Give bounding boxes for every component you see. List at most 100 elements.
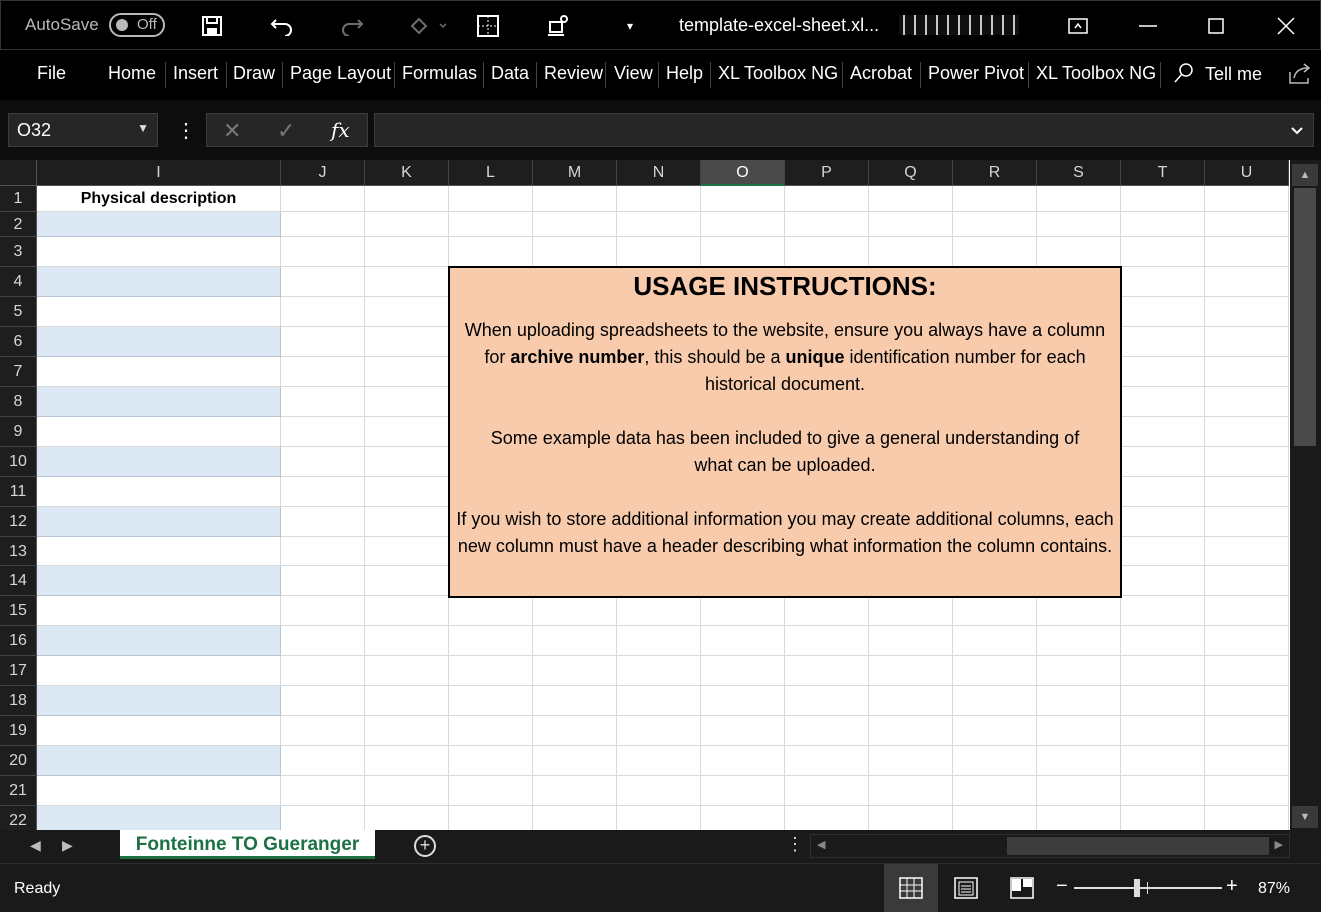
cell-k15[interactable]	[365, 596, 449, 626]
row-header-9[interactable]: 9	[0, 417, 37, 447]
column-header-m[interactable]: M	[533, 160, 617, 186]
scroll-down-arrow[interactable]: ▼	[1292, 806, 1318, 828]
cell-t12[interactable]	[1121, 507, 1205, 537]
cell-n1[interactable]	[617, 186, 701, 212]
cell-j14[interactable]	[281, 566, 365, 596]
column-header-i[interactable]: I	[37, 160, 281, 186]
cell-k21[interactable]	[365, 776, 449, 806]
worksheet-grid[interactable]: I J K L M N O P Q R S T U 1 Physical description 2 3 4 5 6 7…	[0, 160, 1321, 830]
cell-j18[interactable]	[281, 686, 365, 716]
cell-j15[interactable]	[281, 596, 365, 626]
cell-u10[interactable]	[1205, 447, 1289, 477]
cell-i21[interactable]	[37, 776, 281, 806]
page-layout-view-icon[interactable]	[946, 864, 986, 912]
cell-n17[interactable]	[617, 656, 701, 686]
maximize-icon[interactable]	[1201, 11, 1231, 41]
cell-p17[interactable]	[785, 656, 869, 686]
cell-o17[interactable]	[701, 656, 785, 686]
cell-j3[interactable]	[281, 237, 365, 267]
cell-k2[interactable]	[365, 212, 449, 237]
cell-m21[interactable]	[533, 776, 617, 806]
row-header-20[interactable]: 20	[0, 746, 37, 776]
cell-q21[interactable]	[869, 776, 953, 806]
cell-m3[interactable]	[533, 237, 617, 267]
cell-q1[interactable]	[869, 186, 953, 212]
cell-s16[interactable]	[1037, 626, 1121, 656]
cell-u22[interactable]	[1205, 806, 1289, 830]
cell-j20[interactable]	[281, 746, 365, 776]
cell-j22[interactable]	[281, 806, 365, 830]
cell-i4[interactable]	[37, 267, 281, 297]
cell-o18[interactable]	[701, 686, 785, 716]
cell-j12[interactable]	[281, 507, 365, 537]
cell-q22[interactable]	[869, 806, 953, 830]
tab-page-layout[interactable]: Page Layout	[290, 63, 391, 84]
zoom-slider-thumb[interactable]	[1134, 879, 1140, 897]
cell-t5[interactable]	[1121, 297, 1205, 327]
zoom-out-button[interactable]: −	[1056, 875, 1068, 898]
cell-k7[interactable]	[365, 357, 449, 387]
chevron-down-icon[interactable]: ▼	[137, 121, 149, 135]
cell-r19[interactable]	[953, 716, 1037, 746]
cell-u16[interactable]	[1205, 626, 1289, 656]
cell-i20[interactable]	[37, 746, 281, 776]
cell-k19[interactable]	[365, 716, 449, 746]
tab-help[interactable]: Help	[666, 63, 703, 84]
cell-m18[interactable]	[533, 686, 617, 716]
cell-t4[interactable]	[1121, 267, 1205, 297]
cell-u9[interactable]	[1205, 417, 1289, 447]
cell-i7[interactable]	[37, 357, 281, 387]
cell-t17[interactable]	[1121, 656, 1205, 686]
paint-bucket-icon[interactable]	[405, 11, 451, 41]
robot-icon[interactable]	[543, 11, 573, 41]
cell-u11[interactable]	[1205, 477, 1289, 507]
tab-power-pivot[interactable]: Power Pivot	[928, 63, 1024, 84]
cell-t20[interactable]	[1121, 746, 1205, 776]
cell-k1[interactable]	[365, 186, 449, 212]
cell-l1[interactable]	[449, 186, 533, 212]
cell-t10[interactable]	[1121, 447, 1205, 477]
cell-k17[interactable]	[365, 656, 449, 686]
row-header-17[interactable]: 17	[0, 656, 37, 686]
cell-p16[interactable]	[785, 626, 869, 656]
cell-k5[interactable]	[365, 297, 449, 327]
cell-t21[interactable]	[1121, 776, 1205, 806]
zoom-in-button[interactable]: +	[1226, 875, 1238, 898]
column-header-u[interactable]: U	[1205, 160, 1289, 186]
cell-o16[interactable]	[701, 626, 785, 656]
cell-t8[interactable]	[1121, 387, 1205, 417]
cell-s20[interactable]	[1037, 746, 1121, 776]
row-header-7[interactable]: 7	[0, 357, 37, 387]
customize-dropdown-icon[interactable]: ▾	[615, 11, 645, 41]
name-box[interactable]: O32 ▼	[8, 113, 158, 147]
row-header-18[interactable]: 18	[0, 686, 37, 716]
cell-i6[interactable]	[37, 327, 281, 357]
tab-view[interactable]: View	[614, 63, 653, 84]
row-header-4[interactable]: 4	[0, 267, 37, 297]
cell-u3[interactable]	[1205, 237, 1289, 267]
cell-q17[interactable]	[869, 656, 953, 686]
cell-s1[interactable]	[1037, 186, 1121, 212]
tab-data[interactable]: Data	[491, 63, 529, 84]
cell-o1[interactable]	[701, 186, 785, 212]
cell-o19[interactable]	[701, 716, 785, 746]
tab-insert[interactable]: Insert	[173, 63, 218, 84]
column-header-o[interactable]: O	[701, 160, 785, 186]
cell-m16[interactable]	[533, 626, 617, 656]
cell-n20[interactable]	[617, 746, 701, 776]
cell-j7[interactable]	[281, 357, 365, 387]
cell-r20[interactable]	[953, 746, 1037, 776]
row-header-1[interactable]: 1	[0, 186, 37, 212]
cell-k6[interactable]	[365, 327, 449, 357]
cell-p18[interactable]	[785, 686, 869, 716]
cell-t18[interactable]	[1121, 686, 1205, 716]
cell-j16[interactable]	[281, 626, 365, 656]
column-header-k[interactable]: K	[365, 160, 449, 186]
select-all-corner[interactable]	[0, 160, 37, 186]
cell-r21[interactable]	[953, 776, 1037, 806]
cell-s15[interactable]	[1037, 596, 1121, 626]
more-options-icon[interactable]: ⋮	[176, 118, 196, 143]
cell-o2[interactable]	[701, 212, 785, 237]
cell-r17[interactable]	[953, 656, 1037, 686]
cell-r22[interactable]	[953, 806, 1037, 830]
